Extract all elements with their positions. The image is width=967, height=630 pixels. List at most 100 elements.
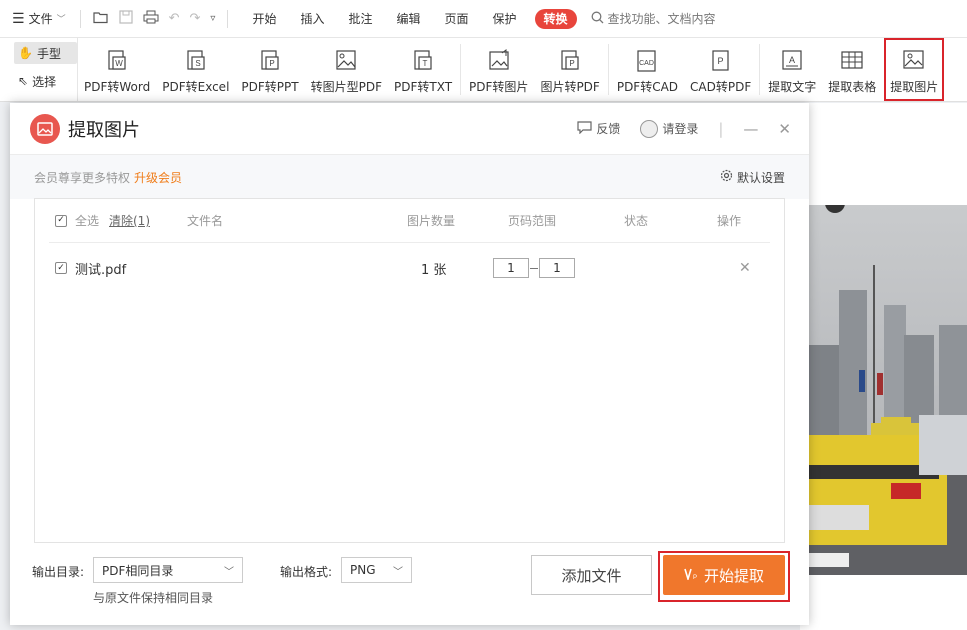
chevron-down-icon: ﹀ xyxy=(393,566,403,578)
file-table: ✓ 全选 清除(1) 文件名 图片数量 页码范围 状态 操作 ✓ 测试.pdf … xyxy=(34,198,785,543)
pdf-to-word-icon: W xyxy=(108,50,126,70)
dialog-title: 提取图片 xyxy=(68,119,140,141)
save-icon[interactable] xyxy=(118,9,133,28)
file-menu[interactable]: ☰ 文件 ﹀ xyxy=(0,0,74,37)
output-format-value: PNG xyxy=(350,563,376,577)
header-image-count: 图片数量 xyxy=(407,214,456,228)
extract-text-icon: A xyxy=(782,50,802,70)
undo-icon[interactable]: ↶ xyxy=(169,11,180,26)
cad-to-pdf-button[interactable]: P CAD转PDF xyxy=(684,38,757,101)
select-mode-label: 选择 xyxy=(32,74,57,89)
tab-convert[interactable]: 转换 xyxy=(534,8,577,29)
select-all-label: 全选 xyxy=(75,214,100,228)
to-image-pdf-button[interactable]: 转图片型PDF xyxy=(305,38,388,101)
output-format-select[interactable]: PNG ﹀ xyxy=(341,557,412,583)
print-icon[interactable] xyxy=(143,10,159,28)
start-extract-label: 开始提取 xyxy=(703,566,764,585)
minimize-icon[interactable]: — xyxy=(743,120,758,138)
extract-image-button[interactable]: 提取图片 xyxy=(884,38,945,101)
chevron-down-icon: ﹀ xyxy=(224,566,234,578)
pdf-to-txt-icon: T xyxy=(414,50,432,70)
search-box[interactable]: 查找功能、文档内容 xyxy=(591,10,716,27)
more-dropdown-icon[interactable]: ▿ xyxy=(210,13,215,24)
pdf-to-word-button[interactable]: W PDF转Word xyxy=(78,38,156,101)
row-image-count: 1 张 xyxy=(421,262,447,278)
close-icon[interactable]: ✕ xyxy=(778,120,791,138)
hand-mode-button[interactable]: ✋ 手型 xyxy=(14,42,77,64)
extract-image-icon xyxy=(903,50,924,69)
svg-text:P: P xyxy=(693,575,697,580)
cad-to-pdf-icon: P xyxy=(712,50,729,71)
tool-label: 提取表格 xyxy=(828,80,877,94)
extract-text-button[interactable]: A 提取文字 xyxy=(762,38,822,101)
svg-text:P: P xyxy=(569,59,574,68)
chevron-down-icon: ﹀ xyxy=(56,15,66,25)
tab-annotate[interactable]: 批注 xyxy=(336,0,384,38)
pdf-to-image-button[interactable]: PDF转图片 xyxy=(463,38,534,101)
extract-table-button[interactable]: 提取表格 xyxy=(822,38,882,101)
output-dir-select[interactable]: PDF相同目录 ﹀ xyxy=(93,557,243,583)
svg-text:S: S xyxy=(195,59,200,68)
select-all-checkbox[interactable]: ✓ xyxy=(55,214,67,227)
vip-badge-icon: P xyxy=(684,566,698,584)
dialog-header: 提取图片 反馈 请登录 | — ✕ xyxy=(10,103,809,155)
header-page-range: 页码范围 xyxy=(508,214,557,228)
svg-text:CAD: CAD xyxy=(640,60,655,67)
extract-image-logo-icon xyxy=(30,113,60,144)
clear-link[interactable]: 清除(1) xyxy=(109,212,150,229)
svg-text:P: P xyxy=(717,56,723,66)
image-to-pdf-icon: P xyxy=(561,50,579,70)
hand-mode-label: 手型 xyxy=(36,46,61,61)
svg-text:A: A xyxy=(789,55,795,65)
to-image-pdf-icon xyxy=(336,50,356,70)
page-to-input[interactable]: 1 xyxy=(539,258,575,278)
page-from-input[interactable]: 1 xyxy=(493,258,529,278)
vip-text: 会员尊享更多特权 xyxy=(34,170,131,185)
mode-group: ✋ 手型 ⇖ 选择 xyxy=(0,38,78,101)
default-settings-button[interactable]: 默认设置 xyxy=(720,169,785,186)
divider xyxy=(227,9,229,28)
menu-bar: ☰ 文件 ﹀ ↶ ↷ ▿ 开始 插入 批注 编辑 页面 保护 转换 查找功能、文… xyxy=(0,0,967,38)
divider xyxy=(460,44,462,95)
image-to-pdf-button[interactable]: P 图片转PDF xyxy=(534,38,605,101)
row-checkbox[interactable]: ✓ xyxy=(55,262,67,274)
add-file-button[interactable]: 添加文件 xyxy=(531,555,652,595)
pdf-to-cad-icon: CAD xyxy=(637,50,657,72)
header-status: 状态 xyxy=(624,214,649,228)
tool-label: PDF转Word xyxy=(84,80,151,94)
tab-home[interactable]: 开始 xyxy=(240,0,288,38)
quick-access-toolbar: ↶ ↷ ▿ xyxy=(87,9,222,28)
header-filename: 文件名 xyxy=(187,214,224,228)
pdf-to-image-icon xyxy=(489,49,509,70)
upgrade-vip-link[interactable]: 升级会员 xyxy=(134,169,182,186)
select-mode-button[interactable]: ⇖ 选择 xyxy=(14,70,77,92)
svg-text:W: W xyxy=(115,59,123,68)
pdf-to-ppt-icon: P xyxy=(261,50,279,70)
login-label: 请登录 xyxy=(662,122,699,136)
tool-label: 提取图片 xyxy=(890,80,939,94)
feedback-button[interactable]: 反馈 xyxy=(577,120,620,137)
tool-label: PDF转Excel xyxy=(162,80,230,94)
remove-row-icon[interactable]: ✕ xyxy=(739,260,751,276)
login-button[interactable]: 请登录 xyxy=(640,119,699,138)
pdf-to-txt-button[interactable]: T PDF转TXT xyxy=(388,38,458,101)
pdf-to-ppt-button[interactable]: P PDF转PPT xyxy=(235,38,304,101)
header-actions: 反馈 请登录 | — ✕ xyxy=(577,119,791,138)
divider xyxy=(759,44,761,95)
redo-icon[interactable]: ↷ xyxy=(190,11,201,26)
tab-page[interactable]: 页面 xyxy=(433,0,481,38)
divider xyxy=(79,9,81,28)
extract-image-dialog: 提取图片 反馈 请登录 | — ✕ 会员尊享更多特权 升级会员 默认设置 ✓ 全… xyxy=(10,103,809,625)
tab-insert[interactable]: 插入 xyxy=(288,0,336,38)
open-folder-icon[interactable] xyxy=(92,10,109,28)
tab-edit[interactable]: 编辑 xyxy=(384,0,432,38)
start-extract-button[interactable]: P 开始提取 xyxy=(663,555,785,595)
menu-tabs: 开始 插入 批注 编辑 页面 保护 转换 xyxy=(240,0,582,38)
tool-label: CAD转PDF xyxy=(690,80,752,94)
tool-label: 图片转PDF xyxy=(540,80,600,94)
pdf-to-excel-button[interactable]: S PDF转Excel xyxy=(156,38,235,101)
header-action: 操作 xyxy=(717,214,742,228)
search-icon xyxy=(591,11,604,27)
tab-protect[interactable]: 保护 xyxy=(481,0,529,38)
pdf-to-cad-button[interactable]: CAD PDF转CAD xyxy=(611,38,684,101)
